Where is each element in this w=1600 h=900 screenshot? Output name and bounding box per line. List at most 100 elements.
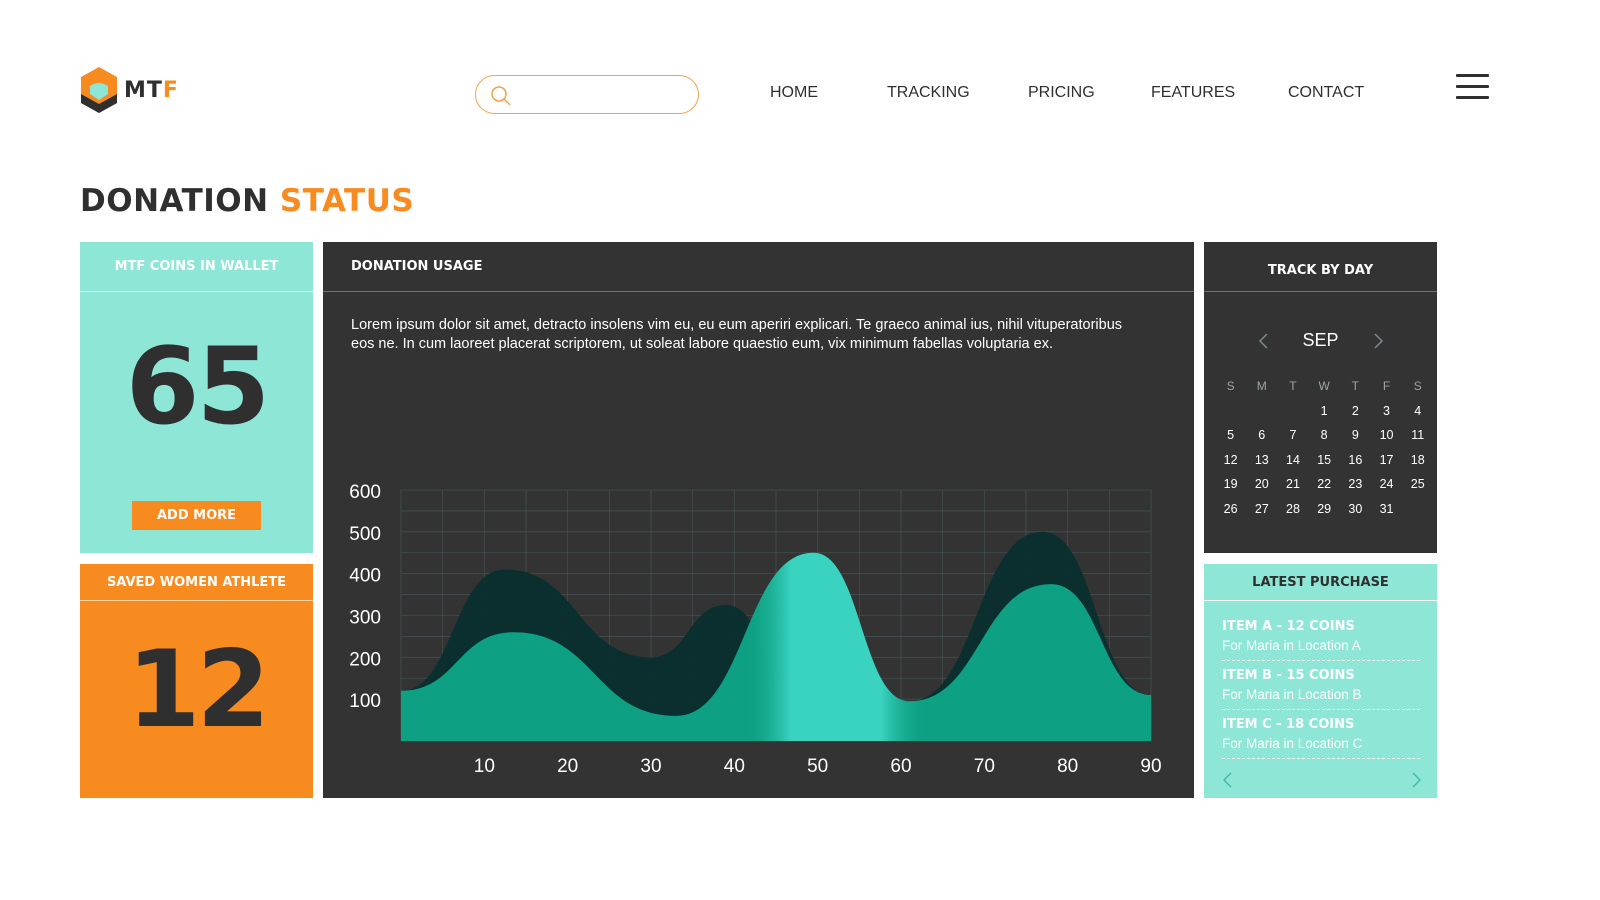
page-title: DONATION STATUS (80, 183, 414, 219)
chart-x-tick-label: 10 (474, 756, 495, 777)
chart-y-tick-label: 100 (349, 691, 381, 712)
search-bar[interactable] (475, 75, 699, 114)
purchase-item-subtitle: For Maria in Location C (1222, 736, 1363, 751)
page-title-main: DONATION (80, 183, 269, 219)
search-input[interactable] (520, 82, 685, 108)
coins-wallet-card: MTF COINS IN WALLET 65 ADD MORE (80, 242, 313, 553)
athlete-card-title: SAVED WOMEN ATHLETE (80, 564, 313, 601)
calendar-day[interactable]: 25 (1402, 475, 1433, 493)
calendar-weekday: S (1226, 379, 1235, 393)
calendar-day[interactable]: 20 (1246, 475, 1277, 493)
calendar-day[interactable]: 9 (1340, 426, 1371, 444)
calendar-day[interactable]: 22 (1309, 475, 1340, 493)
calendar-weekday: T (1289, 379, 1297, 393)
calendar-day[interactable]: 28 (1277, 500, 1308, 518)
chart-x-tick-label: 40 (724, 756, 745, 777)
chart-y-tick-label: 200 (349, 649, 381, 670)
purchase-item[interactable]: ITEM C - 18 COINS For Maria in Location … (1222, 716, 1420, 759)
purchase-item[interactable]: ITEM B - 15 COINS For Maria in Location … (1222, 667, 1420, 710)
calendar-day[interactable]: 27 (1246, 500, 1277, 518)
calendar-day[interactable]: 8 (1309, 426, 1340, 444)
calendar-day[interactable]: 4 (1402, 402, 1433, 420)
chart-y-tick-label: 500 (349, 524, 381, 545)
calendar-weekday: W (1318, 379, 1330, 393)
calendar-title: TRACK BY DAY (1204, 242, 1437, 292)
calendar-day[interactable]: 6 (1246, 426, 1277, 444)
chart-x-tick-label: 30 (640, 756, 661, 777)
logo-text-main: MT (124, 77, 163, 103)
calendar-day[interactable]: 12 (1215, 451, 1246, 469)
chart-x-tick-label: 90 (1140, 756, 1161, 777)
chart-y-tick-label: 600 (349, 482, 381, 503)
calendar-weekday: S (1413, 379, 1422, 393)
calendar-day[interactable]: 23 (1340, 475, 1371, 493)
calendar-day[interactable]: 11 (1402, 426, 1433, 444)
chart-x-tick-label: 70 (974, 756, 995, 777)
purchase-item-title: ITEM B - 15 COINS (1222, 668, 1355, 683)
purchase-item-subtitle: For Maria in Location A (1222, 638, 1361, 653)
logo-text: MTF (124, 78, 179, 103)
coins-value: 65 (125, 325, 271, 448)
calendar-grid: S M T W T F S 1 2 3 4 5 6 7 8 9 10 11 12 13 14 15 16 17 18 19 20 21… (1215, 377, 1433, 518)
purchase-card-title: LATEST PURCHASE (1204, 564, 1437, 601)
nav-pricing[interactable]: PRICING (1028, 84, 1095, 102)
calendar-weekday: M (1256, 379, 1267, 393)
calendar-day[interactable]: 7 (1277, 426, 1308, 444)
calendar-day[interactable]: 1 (1309, 402, 1340, 420)
chart-x-tick-label: 20 (557, 756, 578, 777)
donation-usage-chart: 10 20 30 40 50 60 70 80 90 100 200 300 400 500 600 (349, 482, 1161, 777)
calendar-day[interactable]: 26 (1215, 500, 1246, 518)
purchase-item-subtitle: For Maria in Location B (1222, 687, 1362, 702)
calendar-day[interactable]: 5 (1215, 426, 1246, 444)
calendar-day[interactable]: 14 (1277, 451, 1308, 469)
nav-home[interactable]: HOME (770, 84, 818, 102)
page-title-accent: STATUS (279, 183, 415, 219)
coins-card-title: MTF COINS IN WALLET (80, 242, 313, 292)
track-by-day-calendar: TRACK BY DAY SEP S M T W T F S 1 2 3 4 5 6 7 8 9 10 11 12 1… (1204, 242, 1437, 553)
calendar-day[interactable]: 16 (1340, 451, 1371, 469)
calendar-empty-cell (1215, 402, 1246, 420)
nav-contact[interactable]: CONTACT (1288, 84, 1364, 102)
chevron-right-icon[interactable] (1368, 331, 1388, 351)
calendar-day[interactable]: 13 (1246, 451, 1277, 469)
purchase-item-title: ITEM C - 18 COINS (1222, 717, 1355, 732)
calendar-day[interactable]: 19 (1215, 475, 1246, 493)
donation-usage-panel: DONATION USAGE Lorem ipsum dolor sit ame… (323, 242, 1194, 798)
add-more-button[interactable]: ADD MORE (132, 501, 261, 530)
purchase-item-title: ITEM A - 12 COINS (1222, 619, 1355, 634)
nav-features[interactable]: FEATURES (1151, 84, 1235, 102)
calendar-day[interactable]: 3 (1371, 402, 1402, 420)
calendar-day[interactable]: 24 (1371, 475, 1402, 493)
calendar-empty-cell (1246, 402, 1277, 420)
calendar-weekday: T (1351, 379, 1360, 393)
calendar-day[interactable]: 2 (1340, 402, 1371, 420)
nav-tracking[interactable]: TRACKING (887, 84, 970, 102)
calendar-day[interactable]: 18 (1402, 451, 1433, 469)
chevron-left-icon[interactable] (1220, 771, 1236, 789)
calendar-day[interactable]: 29 (1309, 500, 1340, 518)
logo-text-accent: F (162, 77, 179, 103)
calendar-day[interactable]: 21 (1277, 475, 1308, 493)
calendar-weekday: F (1382, 379, 1391, 393)
saved-athlete-card: SAVED WOMEN ATHLETE 12 (80, 564, 313, 798)
hamburger-icon[interactable] (1456, 74, 1489, 99)
chart-x-tick-label: 60 (890, 756, 911, 777)
chart-y-tick-label: 300 (349, 608, 381, 629)
calendar-day[interactable]: 30 (1340, 500, 1371, 518)
chevron-right-icon[interactable] (1408, 771, 1424, 789)
chart-y-tick-label: 400 (349, 566, 381, 587)
search-icon (491, 86, 511, 106)
logo-hexagon-icon (81, 67, 117, 113)
calendar-month: SEP (1302, 330, 1339, 350)
calendar-day[interactable]: 17 (1371, 451, 1402, 469)
calendar-day[interactable]: 10 (1371, 426, 1402, 444)
chart-x-tick-label: 50 (807, 756, 828, 777)
calendar-day[interactable]: 15 (1309, 451, 1340, 469)
calendar-empty-cell (1277, 402, 1308, 420)
logo[interactable]: MTF (80, 66, 179, 114)
calendar-day[interactable]: 31 (1371, 500, 1402, 518)
purchase-item[interactable]: ITEM A - 12 COINS For Maria in Location … (1222, 618, 1420, 661)
latest-purchase-card: LATEST PURCHASE ITEM A - 12 COINS For Ma… (1204, 564, 1437, 798)
chart-x-tick-label: 80 (1057, 756, 1078, 777)
athlete-value: 12 (126, 628, 271, 751)
